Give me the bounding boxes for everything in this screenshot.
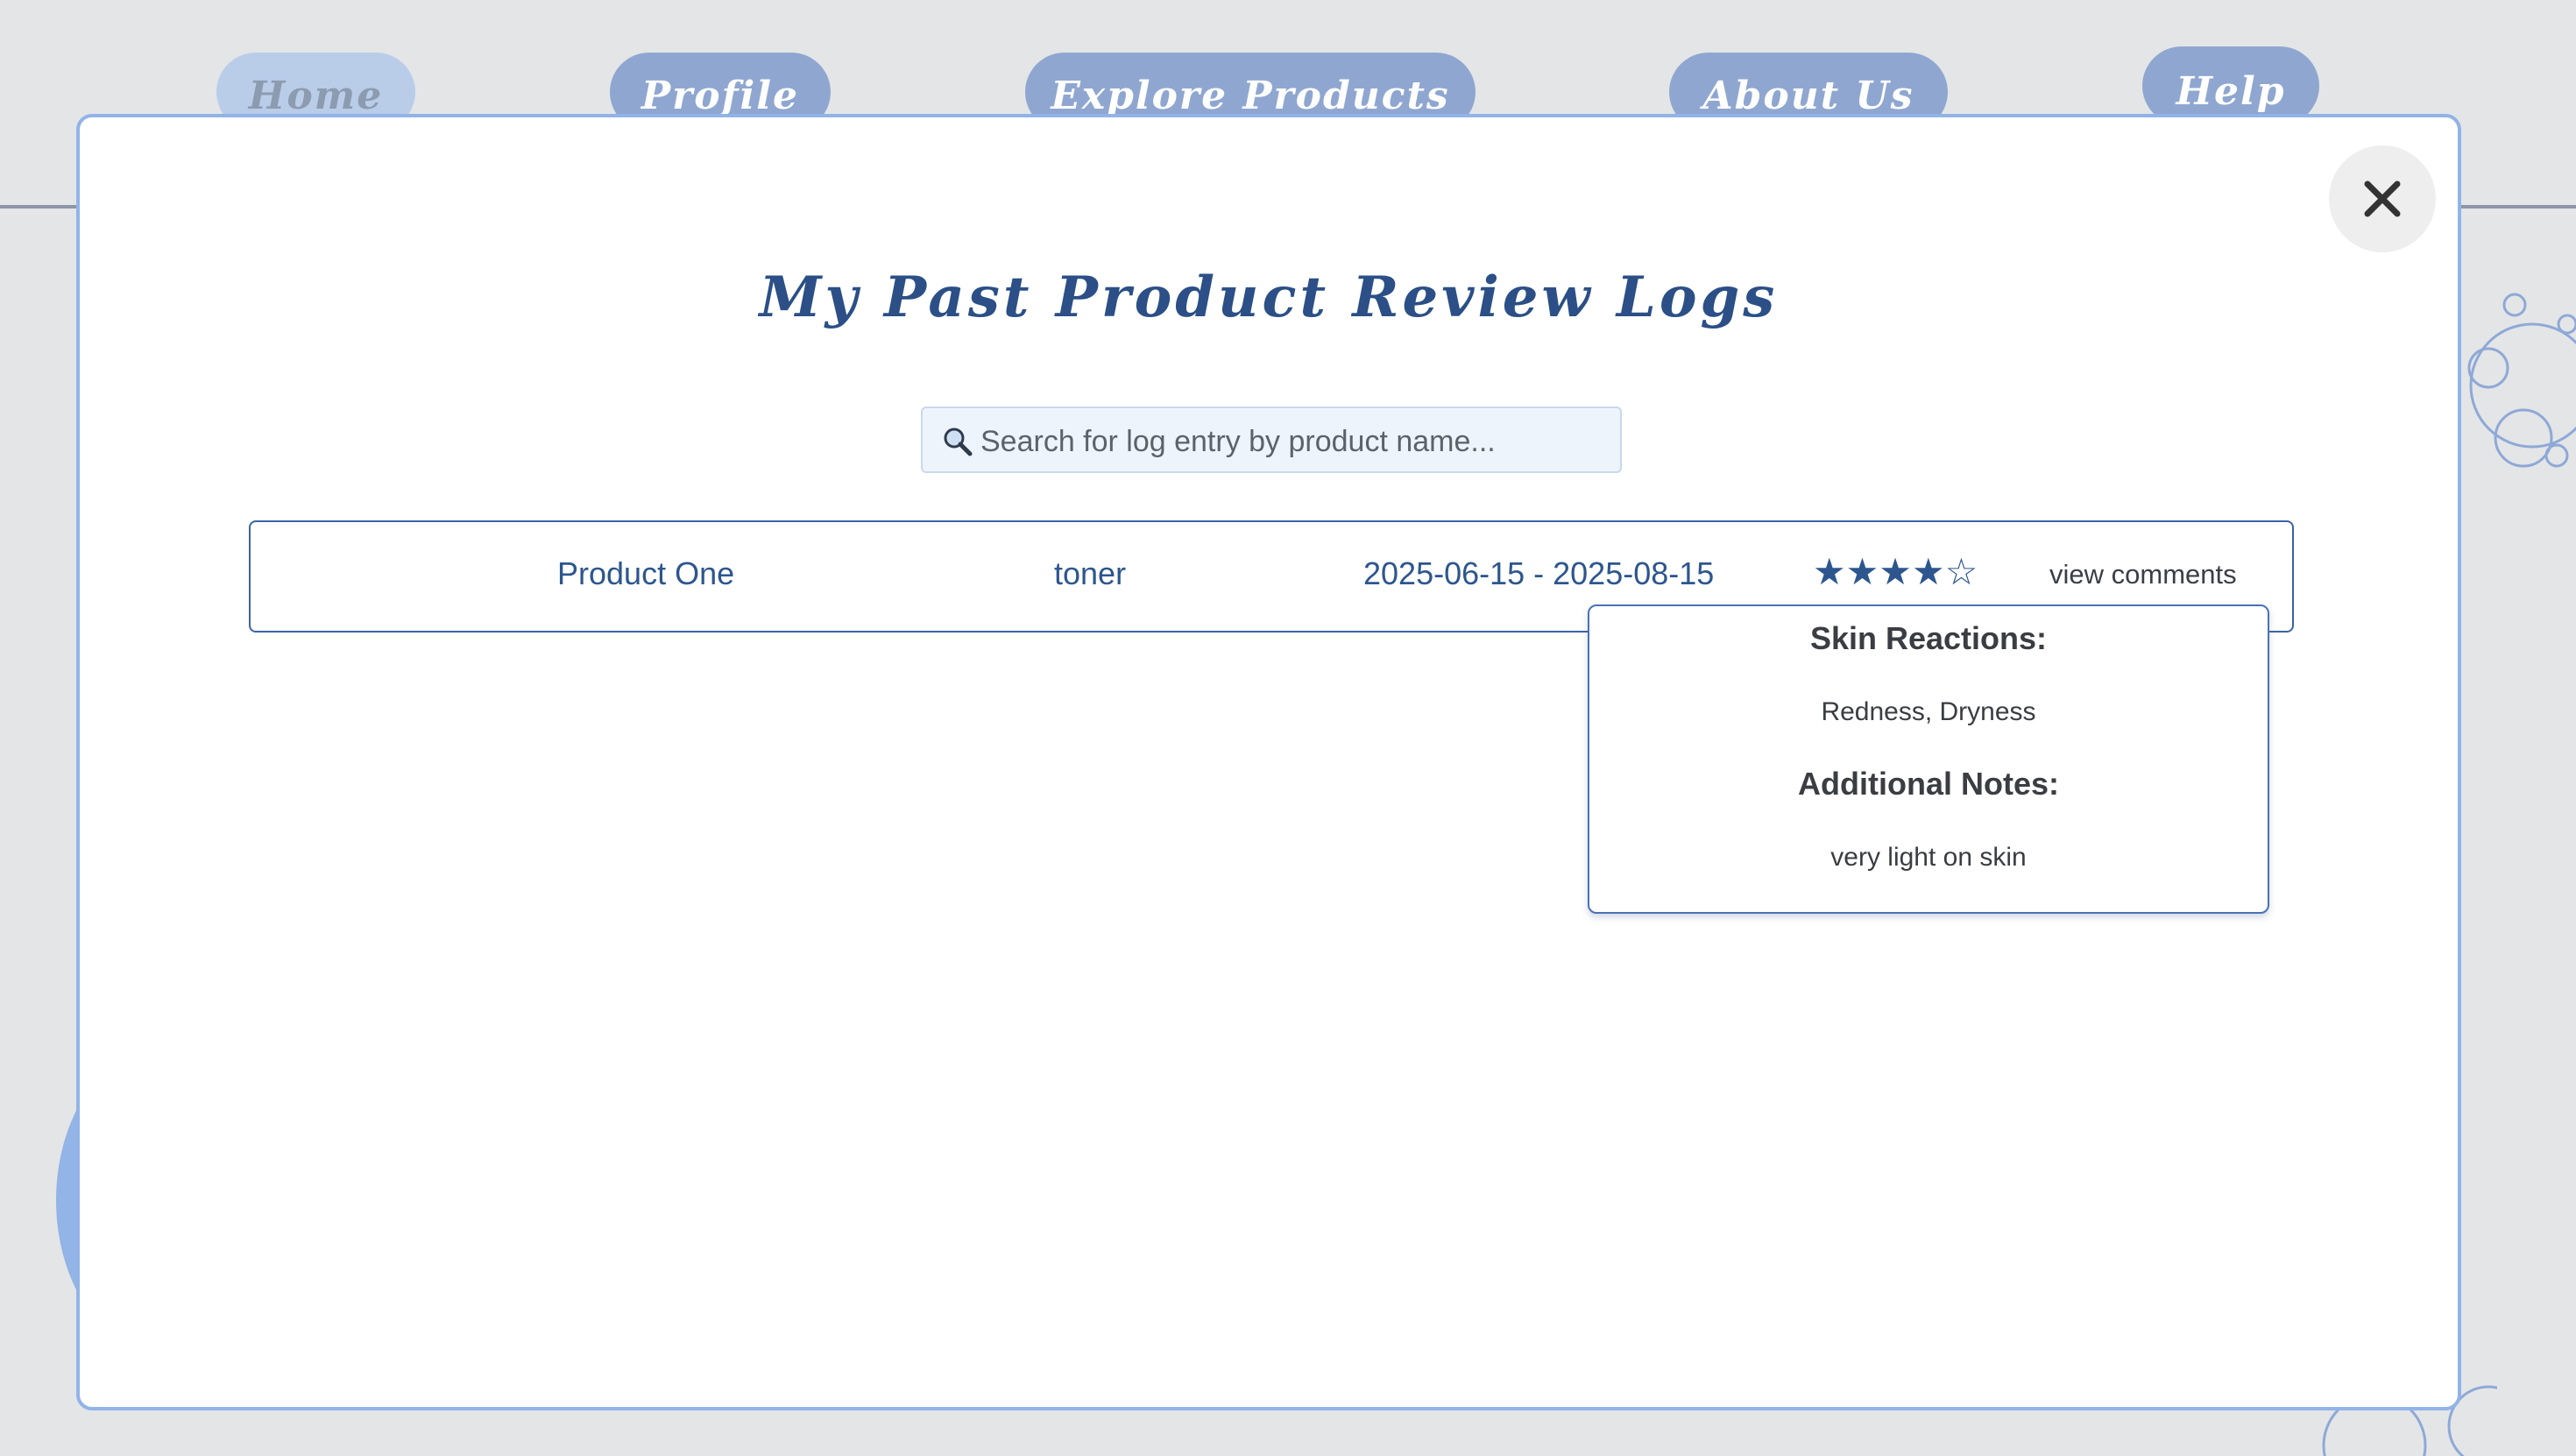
page-title: My Past Product Review Logs [759,265,1779,330]
log-date-range: 2025-06-15 - 2025-08-15 [1363,555,1715,591]
search-input[interactable] [979,415,1613,468]
close-button[interactable] [2329,145,2436,252]
notes-text: very light on skin [1830,843,2027,872]
star-rating: ★★★★☆ [1813,550,1978,593]
bubbles-decoration-right [2467,293,2576,468]
review-logs-modal: My Past Product Review Logs Product One … [76,114,2461,1410]
search-box[interactable] [921,406,1622,473]
comments-popup: Skin Reactions: Redness, Dryness Additio… [1588,604,2269,914]
log-product-type: toner [1054,555,1127,591]
close-icon [2364,180,2401,217]
view-comments-link[interactable]: view comments [2049,559,2237,590]
skin-reactions-text: Redness, Dryness [1821,697,2036,726]
log-product-name: Product One [557,555,735,591]
skin-reactions-heading: Skin Reactions: [1809,620,2048,656]
notes-heading: Additional Notes: [1798,766,2059,802]
search-icon [944,428,973,456]
